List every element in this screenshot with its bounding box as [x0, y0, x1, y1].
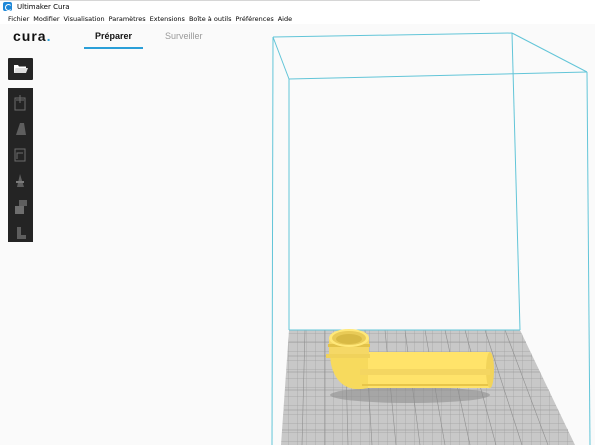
- move-icon: [14, 95, 26, 111]
- stage-header: cura. Préparer Surveiller: [0, 24, 270, 50]
- build-plate-scene: [271, 32, 591, 445]
- menu-toolbox[interactable]: Boîte à outils: [189, 15, 232, 23]
- move-tool-button[interactable]: [8, 90, 33, 116]
- menu-file[interactable]: Fichier: [8, 15, 29, 23]
- rotate-icon: [14, 148, 26, 162]
- tab-monitor[interactable]: Surveiller: [165, 31, 203, 41]
- active-tab-indicator: [84, 47, 143, 49]
- support-blocker-button[interactable]: [8, 220, 33, 246]
- menu-extensions[interactable]: Extensions: [150, 15, 185, 23]
- 3d-viewport[interactable]: [0, 24, 595, 445]
- cura-app-icon: [3, 2, 12, 11]
- menu-view[interactable]: Visualisation: [64, 15, 105, 23]
- support-blocker-icon: [17, 227, 26, 239]
- rotate-tool-button[interactable]: [8, 142, 33, 168]
- window-title: Ultimaker Cura: [17, 2, 70, 11]
- logo-dot: .: [46, 28, 52, 44]
- scale-tool-button[interactable]: [8, 116, 33, 142]
- tab-prepare[interactable]: Préparer: [95, 31, 132, 41]
- per-model-settings-icon: [15, 200, 27, 214]
- menu-preferences[interactable]: Préférences: [236, 15, 274, 23]
- logo-text: cura: [13, 28, 47, 44]
- cura-logo: cura.: [13, 28, 51, 44]
- tool-panel: [8, 88, 33, 242]
- menu-settings[interactable]: Paramètres: [109, 15, 146, 23]
- window-titlebar: Ultimaker Cura: [0, 0, 595, 13]
- menu-edit[interactable]: Modifier: [33, 15, 59, 23]
- model-shadow: [330, 387, 490, 403]
- scale-icon: [16, 123, 26, 135]
- menu-bar: Fichier Modifier Visualisation Paramètre…: [0, 13, 595, 24]
- open-file-button[interactable]: [8, 58, 33, 80]
- per-model-settings-button[interactable]: [8, 194, 33, 220]
- menu-help[interactable]: Aide: [278, 15, 292, 23]
- mirror-tool-button[interactable]: [8, 168, 33, 194]
- mirror-icon: [16, 174, 24, 187]
- titlebar-top-border: [0, 0, 480, 1]
- folder-icon: [14, 65, 28, 73]
